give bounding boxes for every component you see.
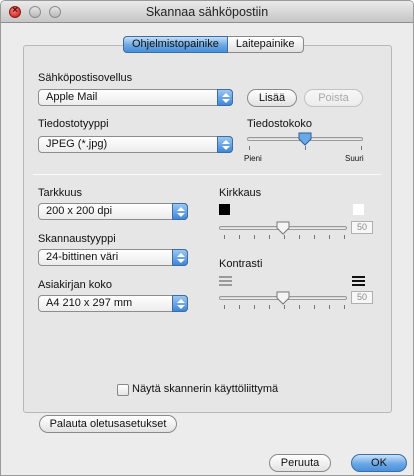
file-size-ticks	[247, 146, 363, 150]
tick-mark	[299, 235, 300, 239]
contrast-ticks	[219, 305, 347, 309]
tick-mark	[254, 305, 255, 309]
tick-mark	[269, 305, 270, 309]
contrast-label: Kontrasti	[219, 258, 263, 270]
popup-arrows-icon	[172, 249, 188, 266]
popup-arrows-icon	[217, 89, 233, 106]
brightness-ticks	[219, 235, 347, 239]
contrast-value-field[interactable]: 50	[351, 291, 373, 304]
popup-arrows-icon	[172, 295, 188, 312]
file-type-select[interactable]: JPEG (*.jpg)	[38, 136, 233, 153]
tick-mark	[239, 305, 240, 309]
high-contrast-bar	[352, 284, 365, 286]
tick-mark	[249, 146, 250, 150]
scan-type-value: 24-bittinen väri	[46, 251, 119, 263]
tick-mark	[269, 235, 270, 239]
low-contrast-bar	[219, 284, 232, 286]
tick-mark	[284, 235, 285, 239]
remove-email-app-button[interactable]: Poista	[304, 89, 363, 107]
resolution-select[interactable]: 200 x 200 dpi	[38, 203, 188, 220]
low-contrast-icon	[219, 276, 232, 287]
resolution-label: Tarkkuus	[38, 187, 83, 199]
document-size-select[interactable]: A4 210 x 297 mm	[38, 295, 188, 312]
popup-arrows-icon	[217, 136, 233, 153]
high-contrast-bar	[352, 280, 365, 282]
add-email-app-button[interactable]: Lisää	[247, 89, 297, 107]
file-type-label: Tiedostotyyppi	[38, 118, 109, 130]
email-app-label: Sähköpostisovellus	[38, 72, 133, 84]
light-brightness-icon	[353, 204, 364, 215]
title-bar: × Skannaa sähköpostiin	[1, 1, 413, 23]
restore-defaults-button[interactable]: Palauta oletusasetukset	[39, 415, 177, 433]
tab-software-button[interactable]: Ohjelmistopainike	[123, 36, 228, 53]
file-size-label: Tiedostokoko	[247, 118, 313, 130]
dark-brightness-icon	[219, 204, 230, 215]
email-app-value: Apple Mail	[46, 91, 98, 103]
tick-mark	[305, 146, 306, 150]
file-size-min-label: Pieni	[244, 154, 262, 163]
low-contrast-bar	[219, 276, 232, 278]
low-contrast-bar	[219, 280, 232, 282]
tick-mark	[329, 305, 330, 309]
ok-button[interactable]: OK	[351, 454, 407, 472]
contrast-slider-thumb[interactable]	[276, 291, 290, 305]
section-divider	[33, 174, 381, 175]
scan-type-select[interactable]: 24-bittinen väri	[38, 249, 188, 266]
tick-mark	[224, 305, 225, 309]
document-size-value: A4 210 x 297 mm	[46, 297, 133, 309]
tick-mark	[329, 235, 330, 239]
tick-mark	[314, 305, 315, 309]
tick-mark	[224, 235, 225, 239]
document-size-label: Asiakirjan koko	[38, 279, 112, 291]
tick-mark	[344, 235, 345, 239]
tick-mark	[254, 235, 255, 239]
scan-to-email-dialog: × Skannaa sähköpostiin Ohjelmistopainike…	[0, 0, 414, 476]
popup-arrows-icon	[172, 203, 188, 220]
tab-bar: Ohjelmistopainike Laitepainike	[123, 36, 304, 53]
file-type-value: JPEG (*.jpg)	[46, 138, 108, 150]
tick-mark	[344, 305, 345, 309]
window-title: Skannaa sähköpostiin	[145, 5, 269, 19]
high-contrast-icon	[352, 276, 365, 287]
scan-type-label: Skannaustyyppi	[38, 233, 116, 245]
tick-mark	[239, 235, 240, 239]
brightness-label: Kirkkaus	[219, 187, 262, 199]
file-size-slider-thumb[interactable]	[298, 132, 312, 146]
tick-mark	[299, 305, 300, 309]
tick-mark	[284, 305, 285, 309]
cancel-button[interactable]: Peruuta	[269, 454, 331, 472]
tick-mark	[314, 235, 315, 239]
file-size-max-label: Suuri	[345, 154, 364, 163]
email-app-select[interactable]: Apple Mail	[38, 89, 233, 106]
high-contrast-bar	[352, 276, 365, 278]
brightness-slider-thumb[interactable]	[276, 221, 290, 235]
tick-mark	[361, 146, 362, 150]
resolution-value: 200 x 200 dpi	[46, 205, 113, 217]
brightness-value-field[interactable]: 50	[351, 221, 373, 234]
tab-device-button[interactable]: Laitepainike	[227, 36, 304, 53]
show-scanner-ui-checkbox[interactable]	[117, 384, 129, 396]
show-scanner-ui-label[interactable]: Näytä skannerin käyttöliittymä	[132, 383, 278, 395]
